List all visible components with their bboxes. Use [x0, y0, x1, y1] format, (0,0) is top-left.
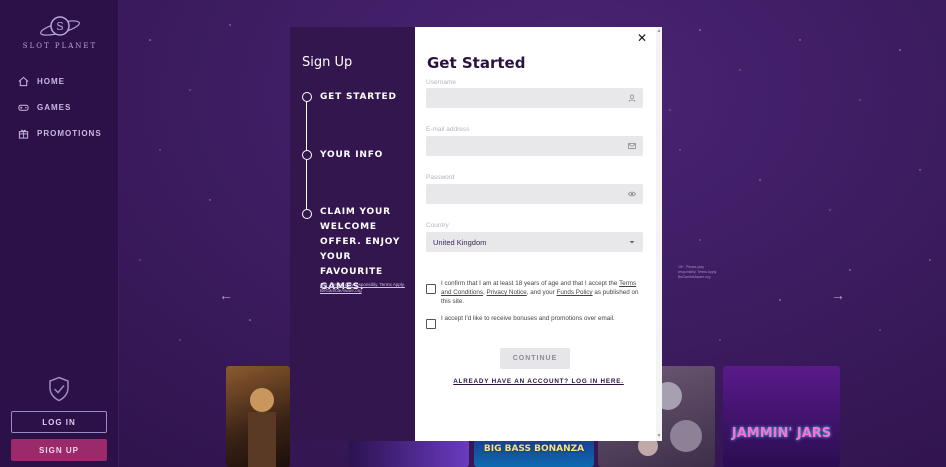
privacy-link[interactable]: Privacy Notice — [487, 289, 527, 296]
sidebar-item-label: HOME — [37, 76, 65, 86]
country-select[interactable]: United Kingdom — [426, 232, 643, 252]
password-field[interactable] — [426, 184, 643, 204]
carousel-prev-arrow-icon[interactable]: ← — [219, 287, 233, 303]
terms-text: I confirm that I am at least 18 years of… — [441, 279, 646, 306]
country-value: United Kingdom — [433, 237, 487, 247]
sidebar-item-home[interactable]: HOME — [18, 68, 114, 94]
carousel-next-arrow-icon[interactable]: → — [831, 287, 845, 303]
step-label-get-started: GET STARTED — [320, 92, 397, 102]
game-tile[interactable]: JAMMIN' JARS — [723, 366, 840, 467]
planet-logo-icon: S — [40, 16, 80, 36]
sidebar-item-label: PROMOTIONS — [37, 128, 102, 138]
terms-prefix: I confirm that I am at least 18 years of… — [441, 280, 620, 287]
banner-fine-print: 18+. Please play responsibly. Terms Appl… — [678, 265, 718, 279]
modal-title: Get Started — [427, 54, 526, 72]
brand-logo[interactable]: S SLOT PLANET — [20, 12, 100, 54]
game-tile[interactable] — [226, 366, 290, 467]
home-icon — [18, 76, 29, 86]
funds-policy-link[interactable]: Funds Policy — [557, 289, 593, 296]
sidebar: S SLOT PLANET HOME GAMES PROMOTIONS LOG … — [0, 0, 119, 467]
game-title: JAMMIN' JARS — [731, 426, 832, 441]
responsible-gambling-note[interactable]: 18+. Please play responsibly. Terms Appl… — [320, 282, 410, 294]
terms-consent-row: I confirm that I am at least 18 years of… — [426, 279, 646, 306]
game-artwork — [248, 388, 276, 467]
continue-button[interactable]: CONTINUE — [500, 348, 570, 369]
signup-button[interactable]: SIGN UP — [11, 439, 107, 461]
sidebar-nav: HOME GAMES PROMOTIONS — [18, 68, 114, 146]
eye-icon[interactable] — [628, 190, 636, 198]
email-label: E-mail address — [426, 126, 470, 133]
login-here-link[interactable]: ALREADY HAVE AN ACCOUNT? LOG IN HERE. — [415, 378, 662, 385]
password-label: Password — [426, 174, 455, 181]
terms-checkbox[interactable] — [426, 284, 436, 294]
sidebar-item-games[interactable]: GAMES — [18, 94, 114, 120]
game-title: BIG BASS BONANZA — [483, 444, 585, 454]
svg-text:S: S — [56, 20, 64, 33]
sidebar-item-promotions[interactable]: PROMOTIONS — [18, 120, 114, 146]
caret-down-icon — [629, 241, 635, 244]
envelope-icon — [628, 143, 636, 149]
signup-modal: ▲ ▼ ✕ Get Started Username E-mail addres… — [415, 27, 662, 441]
gift-icon — [18, 129, 29, 139]
step-marker — [302, 209, 312, 219]
close-icon[interactable]: ✕ — [636, 32, 648, 44]
scroll-down-icon[interactable]: ▼ — [656, 433, 662, 439]
signup-stepper-panel: Sign Up GET STARTED YOUR INFO CLAIM YOUR… — [290, 27, 415, 441]
step-marker — [302, 92, 312, 102]
bonus-text: I accept I'd like to receive bonuses and… — [441, 315, 615, 322]
bonus-checkbox[interactable] — [426, 319, 436, 329]
bonus-consent-row: I accept I'd like to receive bonuses and… — [426, 314, 646, 329]
stepper-title: Sign Up — [302, 55, 353, 70]
step-marker — [302, 150, 312, 160]
step-label-your-info: YOUR INFO — [320, 150, 384, 160]
user-icon — [628, 94, 636, 102]
sidebar-item-label: GAMES — [37, 102, 72, 112]
terms-middle: , and your — [526, 289, 557, 296]
username-label: Username — [426, 79, 456, 86]
gamepad-icon — [18, 104, 29, 111]
email-field[interactable] — [426, 136, 643, 156]
shield-check-icon — [49, 376, 69, 402]
country-label: Country — [426, 222, 449, 229]
username-field[interactable] — [426, 88, 643, 108]
brand-name: SLOT PLANET — [22, 42, 98, 50]
login-button[interactable]: LOG IN — [11, 411, 107, 433]
scroll-up-icon[interactable]: ▲ — [656, 28, 662, 34]
